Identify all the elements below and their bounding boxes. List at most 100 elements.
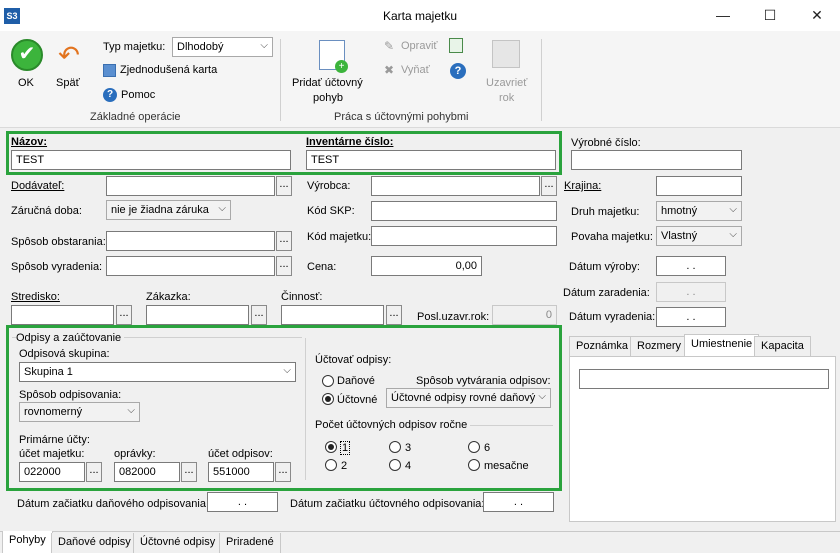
tab-assigned[interactable]: Priradené [219,533,281,553]
order-lookup-button[interactable]: ... [251,305,267,325]
activity-label: Činnosť: [281,291,323,303]
add-movement-button[interactable]: Pridať účtovný [292,77,363,89]
creation-method-select[interactable]: Účtovné odpisy rovné daňový ⌵ [386,388,551,408]
export-icon[interactable] [449,38,463,53]
skp-input[interactable] [371,201,557,221]
tax-dep-start-input[interactable]: . . [207,492,278,512]
supplier-lookup-button[interactable]: ... [276,176,292,196]
supplier-input[interactable] [106,176,275,196]
adjustments-lookup-button[interactable]: ... [181,462,197,482]
simple-card-button[interactable]: Zjednodušená karta [120,64,217,76]
group-label-movements: Práca s účtovnými pohybmi [334,111,469,123]
accounting-radio[interactable] [322,393,334,405]
asset-nature-label: Povaha majetku: [571,231,653,243]
asset-account-input[interactable]: 022000 [19,462,85,482]
adjustments-label: oprávky: [114,448,156,460]
depreciation-separator [305,338,306,480]
ribbon-separator [280,39,281,121]
dropdown-arrow-icon: ⌵ [260,40,268,51]
count-1-radio[interactable] [325,441,337,453]
acquisition-lookup-button[interactable]: ... [276,231,292,251]
dropdown-arrow-icon: ⌵ [538,391,546,402]
acc-dep-start-label: Dátum začiatku účtovného odpisovania: [290,498,485,510]
location-input[interactable] [579,369,829,389]
card-icon [103,64,116,77]
dep-account-input[interactable]: 551000 [208,462,274,482]
back-button[interactable]: Späť [56,77,80,89]
help-icon[interactable]: ? [450,63,466,79]
warranty-label: Záručná doba: [11,205,82,217]
ribbon: ✔ OK ↶ Späť Typ majetku: Dlhodobý ⌵ Zjedn… [0,31,840,128]
inventory-number-input[interactable]: TEST [306,150,556,170]
activity-lookup-button[interactable]: ... [386,305,402,325]
disposal-input[interactable] [106,256,275,276]
serial-input[interactable] [571,150,742,170]
tab-acc-depreciation[interactable]: Účtovné odpisy [133,533,223,553]
acc-dep-start-input[interactable]: . . [483,492,554,512]
dropdown-arrow-icon: ⌵ [729,229,737,240]
asset-nature-select[interactable]: Vlastný ⌵ [656,226,742,246]
bottom-tabs: Pohyby Daňové odpisy Účtovné odpisy Prir… [0,531,840,553]
tab-capacity[interactable]: Kapacita [754,336,811,356]
ok-button[interactable]: OK [18,77,34,89]
production-date-input[interactable]: . . [656,256,726,276]
tab-note[interactable]: Poznámka [569,336,635,356]
close-year-button[interactable]: Uzavrieť [486,77,527,89]
remove-button[interactable]: Vyňať [401,64,430,76]
close-button[interactable]: ✕ [794,0,840,31]
count-4-radio[interactable] [389,459,401,471]
center-lookup-button[interactable]: ... [116,305,132,325]
dep-method-select[interactable]: rovnomerný ⌵ [19,402,140,422]
asset-kind-select[interactable]: hmotný ⌵ [656,201,742,221]
add-document-icon[interactable]: + [319,40,348,73]
accounting-radio-label: Účtovné [337,394,378,406]
acquisition-input[interactable] [106,231,275,251]
tab-movements[interactable]: Pohyby [2,531,53,553]
adjustments-account-input[interactable]: 082000 [114,462,180,482]
check-icon[interactable]: ✔ [11,39,43,71]
activity-input[interactable] [281,305,384,325]
name-input[interactable]: TEST [11,150,291,170]
warranty-select[interactable]: nie je žiadna záruka ⌵ [106,200,231,220]
price-input[interactable]: 0,00 [371,256,482,276]
maximize-button[interactable]: ☐ [747,0,793,31]
order-input[interactable] [146,305,249,325]
count-monthly-radio[interactable] [468,459,480,471]
back-arrow-icon[interactable]: ↶ [55,41,83,69]
edit-button[interactable]: Opraviť [401,40,438,52]
dropdown-arrow-icon: ⌵ [127,405,135,416]
help-button[interactable]: Pomoc [121,89,155,101]
count-2-radio[interactable] [325,459,337,471]
name-label: Názov: [11,136,48,148]
disposal-lookup-button[interactable]: ... [276,256,292,276]
exclusion-date-label: Dátum vyradenia: [569,311,656,323]
manufacturer-lookup-button[interactable]: ... [541,176,557,196]
tab-tax-depreciation[interactable]: Daňové odpisy [51,533,138,553]
center-input[interactable] [11,305,114,325]
asset-type-label: Typ majetku: [103,41,166,53]
production-date-label: Dátum výroby: [569,261,640,273]
asset-code-input[interactable] [371,226,557,246]
asset-type-select[interactable]: Dlhodobý ⌵ [172,37,273,57]
dep-group-select[interactable]: Skupina 1 ⌵ [19,362,296,382]
close-year-label-2: rok [499,92,515,104]
country-input[interactable] [656,176,742,196]
asset-account-lookup-button[interactable]: ... [86,462,102,482]
tax-radio[interactable] [322,375,334,387]
minimize-button[interactable]: — [700,0,746,31]
center-label: Stredisko: [11,291,60,303]
manufacturer-input[interactable] [371,176,540,196]
exclusion-date-input[interactable]: . . [656,307,726,327]
location-panel [569,356,836,522]
tab-location[interactable]: Umiestnenie [684,334,760,356]
post-depreciation-label: Účtovať odpisy: [315,354,392,366]
asset-code-label: Kód majetku: [307,231,372,243]
depreciation-title: Odpisy a zaúčtovanie [16,332,125,344]
title-bar: S3 Karta majetku — ☐ ✕ [0,0,840,31]
count-6-radio[interactable] [468,441,480,453]
tab-dimensions[interactable]: Rozmery [630,336,689,356]
order-label: Zákazka: [146,291,191,303]
dep-account-lookup-button[interactable]: ... [275,462,291,482]
ribbon-separator [541,39,542,121]
count-3-radio[interactable] [389,441,401,453]
